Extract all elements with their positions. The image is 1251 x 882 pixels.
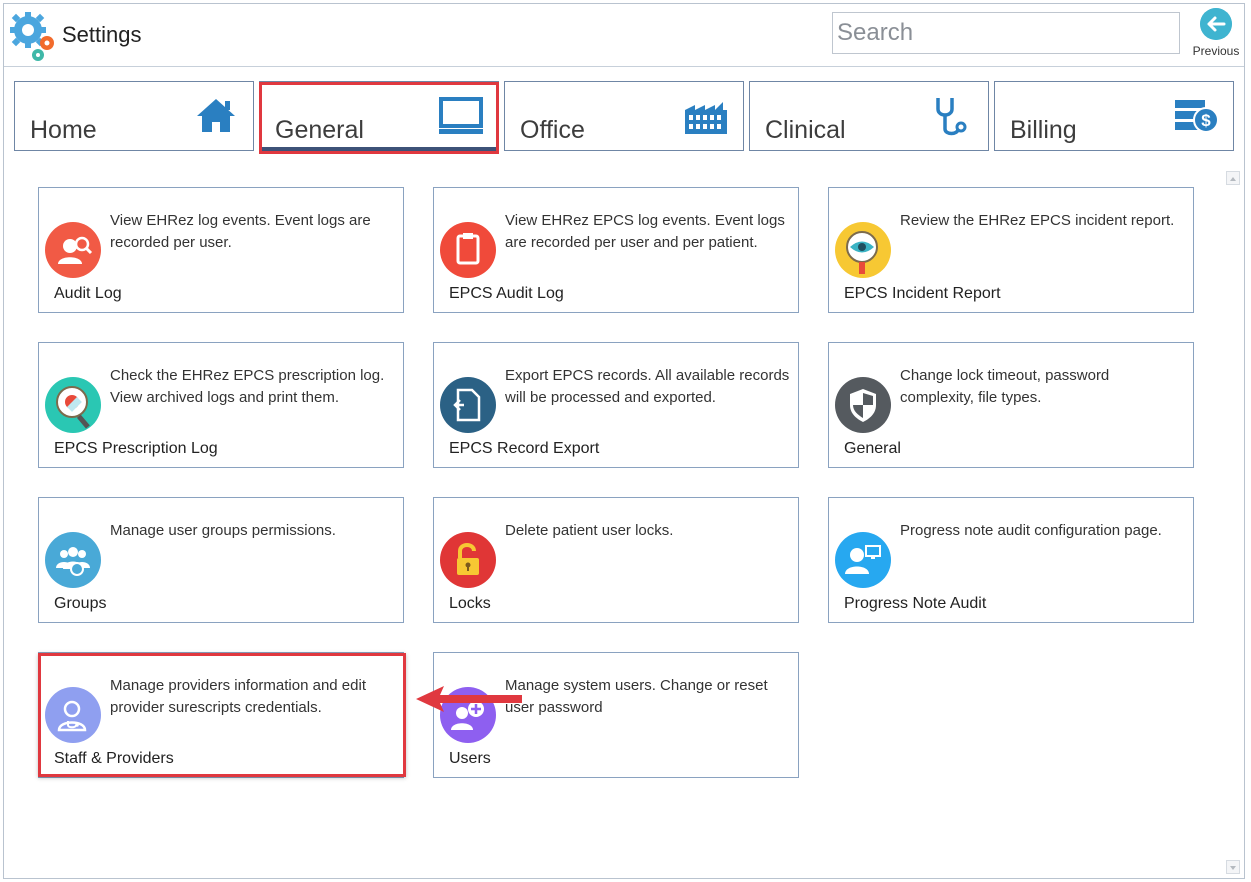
tab-general[interactable]: General [259, 81, 499, 151]
card-epcs-incident-report[interactable]: Review the EHRez EPCS incident report. E… [828, 187, 1194, 313]
card-staff-providers[interactable]: Manage providers information and edit pr… [38, 652, 404, 778]
tab-office[interactable]: Office [504, 81, 744, 151]
clipboard-icon [440, 222, 496, 278]
card-description: Export EPCS records. All available recor… [505, 367, 790, 406]
stethoscope-icon [936, 98, 967, 136]
home-icon [197, 99, 235, 132]
previous-label: Previous [1192, 44, 1240, 58]
card-title: EPCS Record Export [449, 440, 600, 457]
card-epcs-record-export[interactable]: Export EPCS records. All available recor… [433, 342, 799, 468]
scroll-up-arrow-icon [1230, 177, 1236, 181]
card-title: EPCS Prescription Log [54, 440, 218, 457]
card-description: Review the EHRez EPCS incident report. [900, 212, 1175, 229]
card-audit-log[interactable]: View EHRez log events. Event logs are re… [38, 187, 404, 313]
monitor-icon [439, 97, 483, 134]
card-title: Progress Note Audit [844, 595, 987, 612]
back-arrow-icon [1200, 8, 1232, 40]
previous-button[interactable]: Previous [1190, 8, 1242, 64]
card-epcs-prescription-log[interactable]: Check the EHRez EPCS prescription log. V… [38, 342, 404, 468]
gears-icon [10, 12, 54, 61]
factory-icon [685, 102, 727, 134]
app-title: Settings [62, 22, 142, 47]
shield-icon [835, 377, 891, 433]
card-title: EPCS Incident Report [844, 285, 1001, 302]
export-document-icon [440, 377, 496, 433]
card-title: EPCS Audit Log [449, 285, 564, 302]
card-groups[interactable]: Manage user groups permissions. Groups [38, 497, 404, 623]
card-description: Progress note audit configuration page. [900, 522, 1162, 539]
card-title: General [844, 440, 901, 457]
card-title: Groups [54, 595, 107, 612]
search-input[interactable] [832, 12, 1180, 54]
card-title: Staff & Providers [54, 750, 174, 767]
card-description: View EHRez log events. Event logs are re… [110, 212, 371, 251]
pill-magnifier-icon [45, 377, 101, 433]
tab-label: Billing [1010, 116, 1077, 144]
card-description: Delete patient user locks. [505, 522, 674, 539]
card-description: Change lock timeout, password complexity… [900, 367, 1110, 406]
user-groups-icon [45, 532, 101, 588]
card-title: Users [449, 750, 491, 767]
card-description: Manage system users. Change or reset use… [505, 677, 768, 716]
scroll-down-arrow-icon [1230, 866, 1236, 870]
doctor-icon [45, 687, 101, 743]
tab-label: Clinical [765, 116, 846, 144]
card-title: Locks [449, 595, 491, 612]
card-general[interactable]: Change lock timeout, password complexity… [828, 342, 1194, 468]
tab-label: Office [520, 116, 585, 144]
tab-label: General [275, 116, 364, 144]
audit-user-search-icon [45, 222, 101, 278]
card-progress-note-audit[interactable]: Progress note audit configuration page. … [828, 497, 1194, 623]
add-user-icon [440, 687, 496, 743]
billing-icon: $ [1175, 100, 1219, 133]
card-description: Manage user groups permissions. [110, 522, 336, 539]
card-description: Manage providers information and edit pr… [110, 677, 366, 716]
card-users[interactable]: Manage system users. Change or reset use… [433, 652, 799, 778]
tab-billing[interactable]: Billing $ [994, 81, 1234, 151]
card-title: Audit Log [54, 285, 122, 302]
card-locks[interactable]: Delete patient user locks. Locks [433, 497, 799, 623]
tab-label: Home [30, 116, 97, 144]
user-monitor-icon [835, 532, 891, 588]
card-description: View EHRez EPCS log events. Event logs a… [505, 212, 785, 251]
eye-magnifier-icon [835, 222, 891, 278]
svg-text:$: $ [1201, 111, 1211, 130]
card-description: Check the EHRez EPCS prescription log. V… [110, 367, 385, 406]
padlock-icon [440, 532, 496, 588]
card-epcs-audit-log[interactable]: View EHRez EPCS log events. Event logs a… [433, 187, 799, 313]
tab-home[interactable]: Home [14, 81, 254, 151]
tab-clinical[interactable]: Clinical [749, 81, 989, 151]
settings-window: Settings Previous Home General Office [3, 3, 1245, 879]
header: Settings Previous [4, 4, 1244, 67]
scroll-down-button[interactable] [1226, 860, 1240, 874]
scroll-up-button[interactable] [1226, 171, 1240, 185]
